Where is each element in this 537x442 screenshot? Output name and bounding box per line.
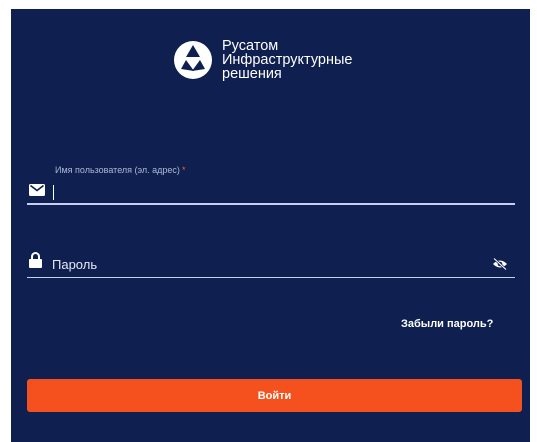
- lock-icon: [29, 252, 42, 268]
- username-label: Имя пользователя (эл. адрес) *: [55, 165, 185, 175]
- brand-line-3: решения: [222, 66, 282, 82]
- brand-logo: Русатом Инфраструктурные решения: [173, 39, 353, 81]
- envelope-icon: [29, 184, 45, 196]
- password-underline: [27, 277, 515, 278]
- brand-name: Русатом Инфраструктурные решения: [222, 38, 353, 82]
- required-mark: *: [181, 165, 186, 175]
- username-underline: [27, 203, 515, 205]
- brand-line-2: Инфраструктурные: [222, 52, 353, 68]
- text-caret: [53, 185, 54, 200]
- username-label-text: Имя пользователя (эл. адрес): [55, 165, 180, 175]
- brand-line-1: Русатом: [222, 38, 279, 54]
- rosatom-logo-icon: [174, 41, 212, 79]
- login-panel: Русатом Инфраструктурные решения: [11, 9, 530, 442]
- login-button[interactable]: Войти: [27, 379, 522, 412]
- password-input[interactable]: [52, 254, 472, 274]
- username-input[interactable]: [52, 182, 502, 202]
- forgot-password-link[interactable]: Забыли пароль?: [401, 318, 493, 330]
- page-background: Русатом Инфраструктурные решения Имя пол…: [0, 0, 537, 442]
- eye-slash-icon[interactable]: [492, 258, 508, 270]
